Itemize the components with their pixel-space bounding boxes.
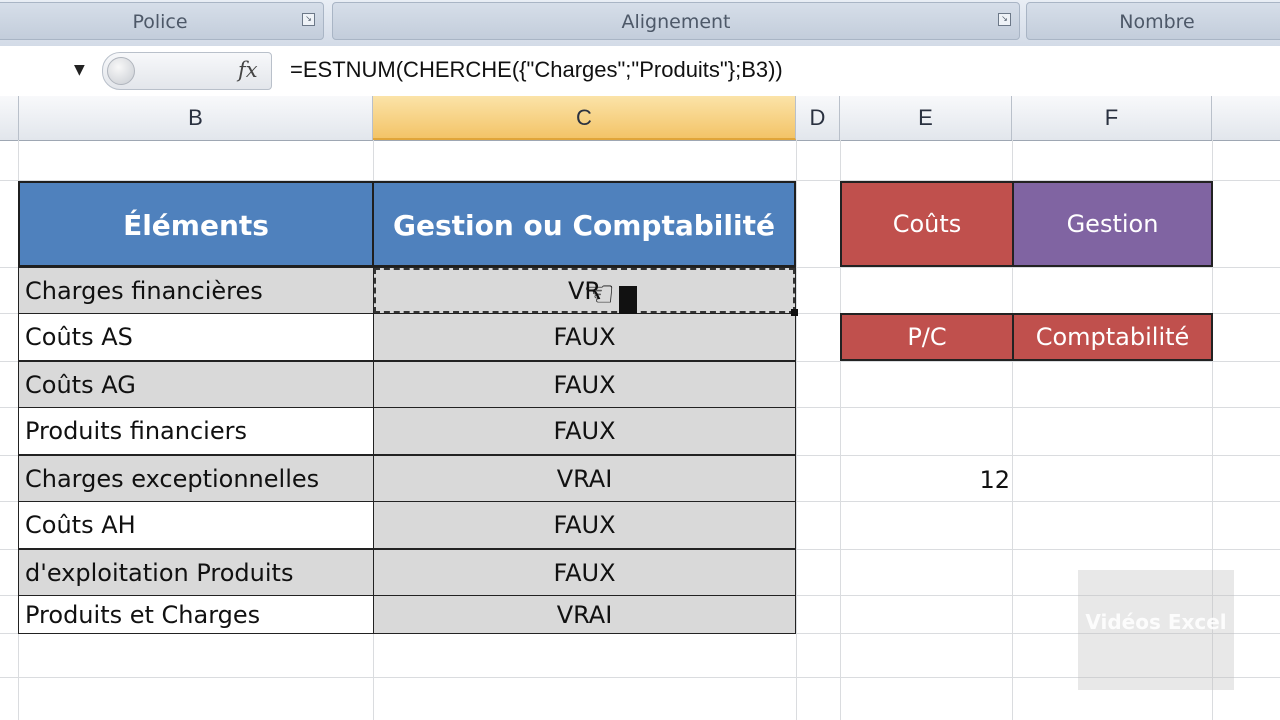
cell-element[interactable]: d'exploitation Produits xyxy=(18,549,374,596)
dialog-launcher-icon[interactable]: ↘ xyxy=(998,13,1011,26)
column-header-b[interactable]: B xyxy=(19,96,373,140)
expand-circle-icon[interactable] xyxy=(107,57,135,85)
ribbon-group-label: Police xyxy=(132,11,188,33)
cell-value-12[interactable]: 12 xyxy=(960,466,1010,494)
cell-result[interactable]: FAUX xyxy=(373,501,796,549)
cursor-shadow xyxy=(619,286,637,314)
legend-pc[interactable]: P/C xyxy=(840,313,1014,361)
cell-element[interactable]: Produits et Charges xyxy=(18,595,374,634)
cell-element[interactable]: Charges financières xyxy=(18,267,374,314)
ribbon-group-bar: Police ↘ Alignement ↘ Nombre xyxy=(0,0,1280,47)
ribbon-group-nombre[interactable]: Nombre xyxy=(1026,2,1280,40)
ribbon-group-police[interactable]: Police ↘ xyxy=(0,2,324,40)
name-box-dropdown-icon[interactable]: ▼ xyxy=(74,62,85,78)
column-header-c[interactable]: C xyxy=(373,96,796,140)
cell-result[interactable]: FAUX xyxy=(373,313,796,361)
cell-element[interactable]: Charges exceptionnelles xyxy=(18,455,374,502)
cell-result[interactable]: FAUX xyxy=(373,361,796,408)
ribbon-group-label: Nombre xyxy=(1119,11,1195,33)
insert-function-icon[interactable]: fx xyxy=(238,58,258,82)
legend-couts[interactable]: Coûts xyxy=(840,181,1014,267)
cell-result[interactable]: VRAI xyxy=(373,595,796,634)
legend-comptabilite[interactable]: Comptabilité xyxy=(1012,313,1213,361)
cell-result[interactable]: FAUX xyxy=(373,549,796,596)
column-header-f[interactable]: F xyxy=(1012,96,1212,140)
hand-cursor-icon: ☜ xyxy=(583,274,616,315)
column-header-g[interactable] xyxy=(1212,96,1280,140)
fill-handle[interactable] xyxy=(791,309,798,316)
cell-result[interactable]: VRAI xyxy=(373,455,796,502)
cell-element[interactable]: Coûts AG xyxy=(18,361,374,408)
column-header-e[interactable]: E xyxy=(840,96,1012,140)
dialog-launcher-icon[interactable]: ↘ xyxy=(302,13,315,26)
cell-element[interactable]: Coûts AS xyxy=(18,313,374,361)
legend-gestion[interactable]: Gestion xyxy=(1012,181,1213,267)
watermark: Vidéos Excel xyxy=(1078,570,1234,690)
column-header-a[interactable] xyxy=(0,96,19,140)
formula-input[interactable]: =ESTNUM(CHERCHE({"Charges";"Produits"};B… xyxy=(290,57,783,83)
table-header-elements[interactable]: Éléments xyxy=(18,181,374,267)
ribbon-group-label: Alignement xyxy=(621,11,731,33)
table-header-gestion-comptabilite[interactable]: Gestion ou Comptabilité xyxy=(372,181,796,267)
cell-result[interactable]: FAUX xyxy=(373,407,796,455)
ribbon-group-alignement[interactable]: Alignement ↘ xyxy=(332,2,1020,40)
column-header-d[interactable]: D xyxy=(796,96,840,140)
cell-element[interactable]: Coûts AH xyxy=(18,501,374,549)
cell-element[interactable]: Produits financiers xyxy=(18,407,374,455)
